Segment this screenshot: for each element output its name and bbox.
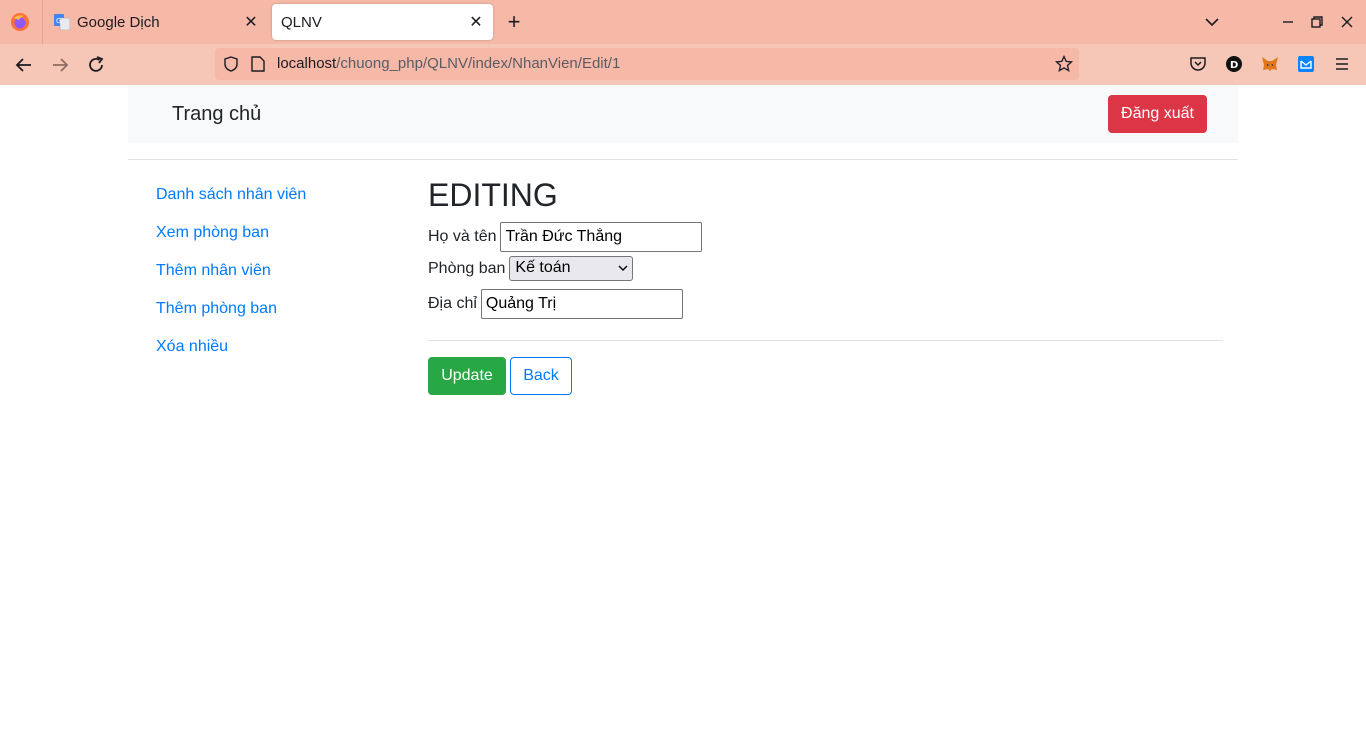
extension-d-icon[interactable]: D (1225, 55, 1243, 73)
tab-title: QLNV (281, 14, 322, 31)
logout-button[interactable]: Đăng xuất (1108, 95, 1207, 133)
tracking-protection-shield-icon[interactable] (223, 56, 239, 72)
reload-icon[interactable] (85, 54, 107, 76)
google-translate-icon: G (54, 14, 70, 30)
address-label: Địa chỉ (428, 295, 477, 312)
page-info-icon[interactable] (251, 56, 265, 72)
address-input[interactable] (480, 289, 683, 319)
sidebar-item-add-employee[interactable]: Thêm nhân viên (156, 261, 306, 299)
list-all-tabs-icon[interactable] (1202, 12, 1222, 32)
sidebar-item-view-departments[interactable]: Xem phòng ban (156, 223, 306, 261)
mail-extension-icon[interactable] (1297, 55, 1315, 73)
restore-window-icon[interactable] (1307, 12, 1327, 32)
back-arrow-icon[interactable] (13, 54, 35, 76)
metamask-fox-icon[interactable] (1261, 55, 1279, 73)
page-title: EDITING (428, 177, 558, 213)
form-actions: Update Back (428, 357, 1223, 395)
forward-arrow-icon[interactable] (49, 54, 71, 76)
department-label: Phòng ban (428, 259, 506, 277)
department-select[interactable]: Kế toán (509, 256, 634, 281)
firefox-menu-icon[interactable] (10, 12, 30, 32)
site-navbar: Trang chủ Đăng xuất (128, 85, 1238, 143)
chevron-down-icon (618, 265, 628, 271)
brand-home-link[interactable]: Trang chủ (172, 103, 261, 126)
url-text: localhost/chuong_php/QLNV/index/NhanVien… (277, 55, 620, 72)
name-row: Họ và tên (428, 222, 1223, 252)
update-button[interactable]: Update (428, 357, 506, 395)
tab-qlnv[interactable]: QLNV ✕ (272, 4, 493, 40)
url-path: /chuong_php/QLNV/index/NhanVien/Edit/1 (336, 55, 621, 72)
new-tab-icon[interactable]: + (503, 11, 525, 33)
sidebar-item-add-department[interactable]: Thêm phòng ban (156, 299, 306, 337)
sidebar: Danh sách nhân viên Xem phòng ban Thêm n… (156, 185, 306, 375)
department-row: Phòng ban Kế toán (428, 256, 1223, 281)
close-window-icon[interactable] (1337, 12, 1357, 32)
bookmark-star-icon[interactable] (1055, 55, 1073, 73)
tab-google-dich[interactable]: G Google Dịch ✕ (46, 4, 268, 40)
url-host: localhost (277, 55, 337, 72)
name-input[interactable] (500, 222, 703, 252)
tab-separator (42, 0, 43, 44)
svg-text:G: G (56, 17, 61, 25)
sidebar-item-bulk-delete[interactable]: Xóa nhiều (156, 337, 306, 375)
browser-toolbar: localhost/chuong_php/QLNV/index/NhanVien… (0, 44, 1366, 85)
svg-text:D: D (1230, 60, 1238, 71)
close-tab-icon[interactable]: ✕ (242, 13, 260, 31)
divider (428, 340, 1223, 341)
minimize-window-icon[interactable] (1278, 12, 1298, 32)
browser-tab-bar: G Google Dịch ✕ QLNV ✕ + (0, 0, 1366, 44)
address-row: Địa chỉ (428, 289, 1223, 319)
department-selected-value: Kế toán (515, 259, 571, 276)
pocket-icon[interactable] (1189, 55, 1207, 73)
tab-title: Google Dịch (77, 14, 160, 31)
hamburger-menu-icon[interactable] (1333, 55, 1351, 73)
back-button[interactable]: Back (510, 357, 572, 395)
sidebar-item-employee-list[interactable]: Danh sách nhân viên (156, 185, 306, 223)
name-label: Họ và tên (428, 228, 497, 245)
divider (128, 159, 1238, 160)
edit-form: EDITING Họ và tên Phòng ban Kế toán Địa … (428, 175, 1223, 395)
close-tab-icon[interactable]: ✕ (467, 13, 485, 31)
address-bar[interactable]: localhost/chuong_php/QLNV/index/NhanVien… (215, 48, 1079, 80)
